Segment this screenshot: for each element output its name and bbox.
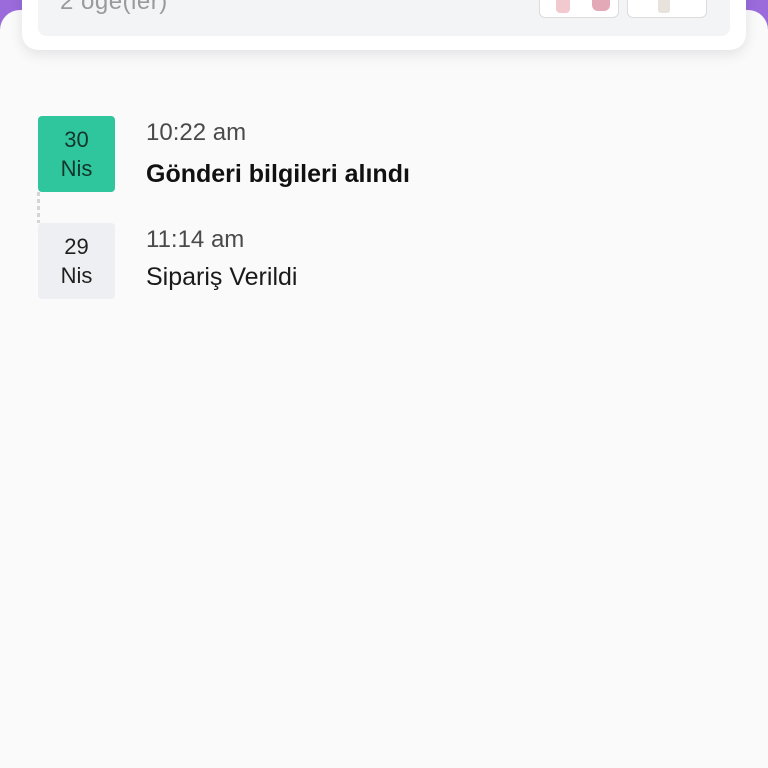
date-month: Nis (60, 263, 93, 288)
event-time: 11:14 am (146, 226, 245, 253)
order-summary-card[interactable]: 2 öğe(ler) (22, 0, 746, 50)
product-thumbnail[interactable] (539, 0, 619, 18)
shipment-tracking-screen: 2 öğe(ler) 30 Nis 10:22 am Gönderi bilgi… (0, 0, 768, 768)
event-details: 10:22 am Gönderi bilgileri alındı (146, 118, 410, 191)
date-month: Nis (60, 156, 93, 181)
event-description: Sipariş Verildi (146, 263, 298, 291)
date-badge-active: 30 Nis (38, 116, 115, 192)
date-day: 29 (64, 234, 89, 259)
event-description: Gönderi bilgileri alındı (146, 160, 410, 188)
event-time: 10:22 am (146, 119, 247, 146)
product-thumbnail[interactable] (627, 0, 707, 18)
item-count-label: 2 öğe(ler) (60, 0, 168, 15)
date-badge: 29 Nis (38, 223, 115, 299)
timeline-event: 29 Nis 11:14 am Sipariş Verildi (38, 223, 738, 299)
timeline-connector (37, 192, 40, 223)
shipment-timeline: 30 Nis 10:22 am Gönderi bilgileri alındı… (38, 116, 738, 330)
timeline-event: 30 Nis 10:22 am Gönderi bilgileri alındı (38, 116, 738, 192)
order-items-row[interactable]: 2 öğe(ler) (38, 0, 730, 36)
event-details: 11:14 am Sipariş Verildi (146, 225, 297, 294)
date-day: 30 (64, 127, 89, 152)
